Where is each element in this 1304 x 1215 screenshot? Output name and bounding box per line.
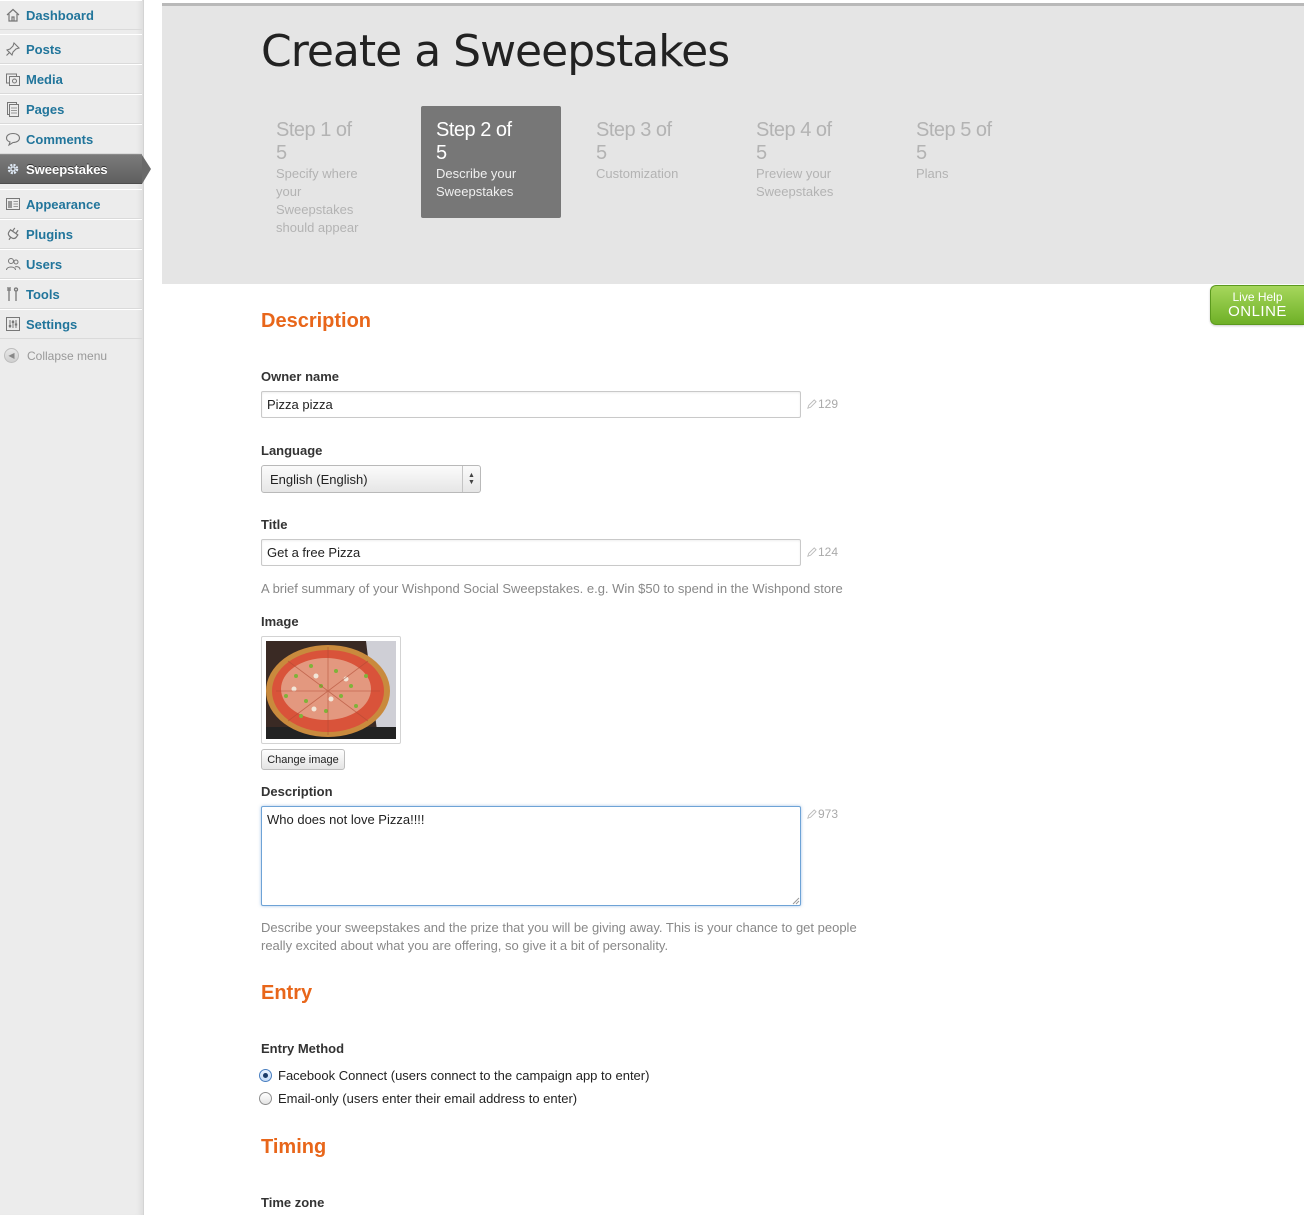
timing-section-heading: Timing [261, 1136, 327, 1158]
step-description: Preview your Sweepstakes [756, 166, 834, 199]
step-description: Specify where your Sweepstakes should ap… [276, 166, 359, 235]
radio-label: Facebook Connect (users connect to the c… [278, 1068, 650, 1083]
radio-label: Email-only (users enter their email addr… [278, 1091, 578, 1106]
live-help-label: Live Help [1232, 290, 1283, 304]
gear-icon [5, 161, 21, 177]
sidebar-item-sweepstakes[interactable]: Sweepstakes [0, 154, 151, 184]
entry-method-label: Entry Method [261, 1041, 345, 1056]
dashboard-icon [5, 7, 21, 23]
sidebar-item-media[interactable]: Media [0, 64, 142, 94]
step-label: Step 5 of 5 [916, 119, 992, 164]
title-input[interactable] [261, 539, 801, 566]
pencil-icon [807, 808, 817, 819]
appearance-icon [5, 196, 21, 212]
collapse-menu-button[interactable]: ◀ Collapse menu [4, 348, 107, 363]
step-label: Step 1 of 5 [276, 119, 352, 164]
pin-icon [5, 41, 21, 57]
pizza-photo [266, 641, 396, 739]
wizard-step-3[interactable]: Step 3 of 5 Customization [581, 106, 721, 218]
sidebar-item-label: Tools [26, 286, 60, 302]
description-help-line-1: Describe your sweepstakes and the prize … [261, 920, 857, 935]
wizard-step-1[interactable]: Step 1 of 5 Specify where your Sweepstak… [261, 106, 401, 235]
collapse-menu-label: Collapse menu [27, 348, 108, 363]
tools-icon [5, 286, 21, 302]
admin-sidebar: Dashboard Posts Media Pages Comments Swe… [0, 0, 151, 1215]
sidebar-item-tools[interactable]: Tools [0, 279, 142, 309]
wizard-header: Create a Sweepstakes Step 1 of 5 Specify… [162, 3, 1304, 284]
sidebar-item-label: Posts [26, 41, 62, 57]
pages-icon [5, 101, 21, 117]
collapse-arrow-icon: ◀ [4, 348, 19, 363]
sidebar-item-settings[interactable]: Settings [0, 309, 142, 339]
timezone-label: Time zone [261, 1195, 325, 1210]
sidebar-item-label: Media [26, 71, 63, 87]
title-label: Title [261, 517, 288, 532]
title-help-text: A brief summary of your Wishpond Social … [261, 581, 843, 596]
sidebar-item-label: Dashboard [26, 7, 94, 23]
sidebar-item-appearance[interactable]: Appearance [0, 189, 142, 219]
sweepstakes-image [261, 636, 401, 744]
sidebar-item-pages[interactable]: Pages [0, 94, 142, 124]
pencil-icon [807, 546, 817, 557]
owner-name-label: Owner name [261, 369, 340, 384]
comment-icon [5, 131, 21, 147]
page-title: Create a Sweepstakes [261, 26, 730, 77]
char-count-value: 973 [818, 807, 839, 821]
description-char-count: 973 [806, 807, 838, 821]
wizard-step-5[interactable]: Step 5 of 5 Plans [901, 106, 1041, 218]
description-label: Description [261, 784, 333, 799]
description-section-heading: Description [261, 310, 372, 332]
char-count-value: 129 [818, 397, 839, 411]
pencil-icon [807, 398, 817, 409]
users-icon [5, 256, 21, 272]
settings-icon [5, 316, 21, 332]
change-image-button[interactable]: Change image [261, 749, 345, 770]
language-select[interactable]: English (English) ▲ ▼ [261, 465, 481, 493]
entry-option-email[interactable]: Email-only (users enter their email addr… [259, 1091, 577, 1106]
sidebar-item-label: Users [26, 256, 63, 272]
sidebar-item-label: Appearance [26, 196, 101, 212]
media-icon [5, 71, 21, 87]
owner-name-char-count: 129 [806, 397, 838, 411]
sidebar-item-label: Settings [26, 316, 78, 332]
wizard-step-2[interactable]: Step 2 of 5 Describe your Sweepstakes [421, 106, 561, 218]
step-label: Step 3 of 5 [596, 119, 672, 164]
description-textarea[interactable]: Who does not love Pizza!!!! [261, 806, 801, 906]
wizard-step-4[interactable]: Step 4 of 5 Preview your Sweepstakes [741, 106, 881, 218]
radio-button-checked[interactable] [259, 1069, 272, 1082]
sidebar-item-dashboard[interactable]: Dashboard [0, 0, 142, 30]
entry-option-facebook[interactable]: Facebook Connect (users connect to the c… [259, 1068, 649, 1083]
resize-grip-icon[interactable] [791, 896, 800, 905]
sidebar-item-label: Plugins [26, 226, 73, 242]
entry-section-heading: Entry [261, 982, 313, 1004]
sidebar-item-posts[interactable]: Posts [0, 34, 142, 64]
step-description: Describe your Sweepstakes [436, 166, 517, 199]
sidebar-item-label: Comments [26, 131, 94, 147]
char-count-value: 124 [818, 545, 839, 559]
select-arrows-icon: ▲ ▼ [462, 466, 480, 492]
sidebar-item-users[interactable]: Users [0, 249, 142, 279]
step-label: Step 2 of 5 [436, 119, 512, 164]
live-help-button[interactable]: Live Help ONLINE [1210, 285, 1304, 325]
plugin-icon [5, 226, 21, 242]
image-label: Image [261, 614, 299, 629]
step-label: Step 4 of 5 [756, 119, 832, 164]
sidebar-item-plugins[interactable]: Plugins [0, 219, 142, 249]
sidebar-item-comments[interactable]: Comments [0, 124, 142, 154]
language-label: Language [261, 443, 323, 458]
language-selected-value: English (English) [270, 471, 368, 487]
title-char-count: 124 [806, 545, 838, 559]
live-help-status: ONLINE [1228, 303, 1287, 320]
step-description: Plans [916, 166, 949, 181]
owner-name-input[interactable] [261, 391, 801, 418]
sidebar-item-label: Pages [26, 101, 65, 117]
radio-button[interactable] [259, 1092, 272, 1105]
description-help-line-2: really excited about what you are offeri… [261, 938, 669, 953]
sidebar-item-label: Sweepstakes [26, 161, 108, 177]
step-description: Customization [596, 166, 679, 181]
